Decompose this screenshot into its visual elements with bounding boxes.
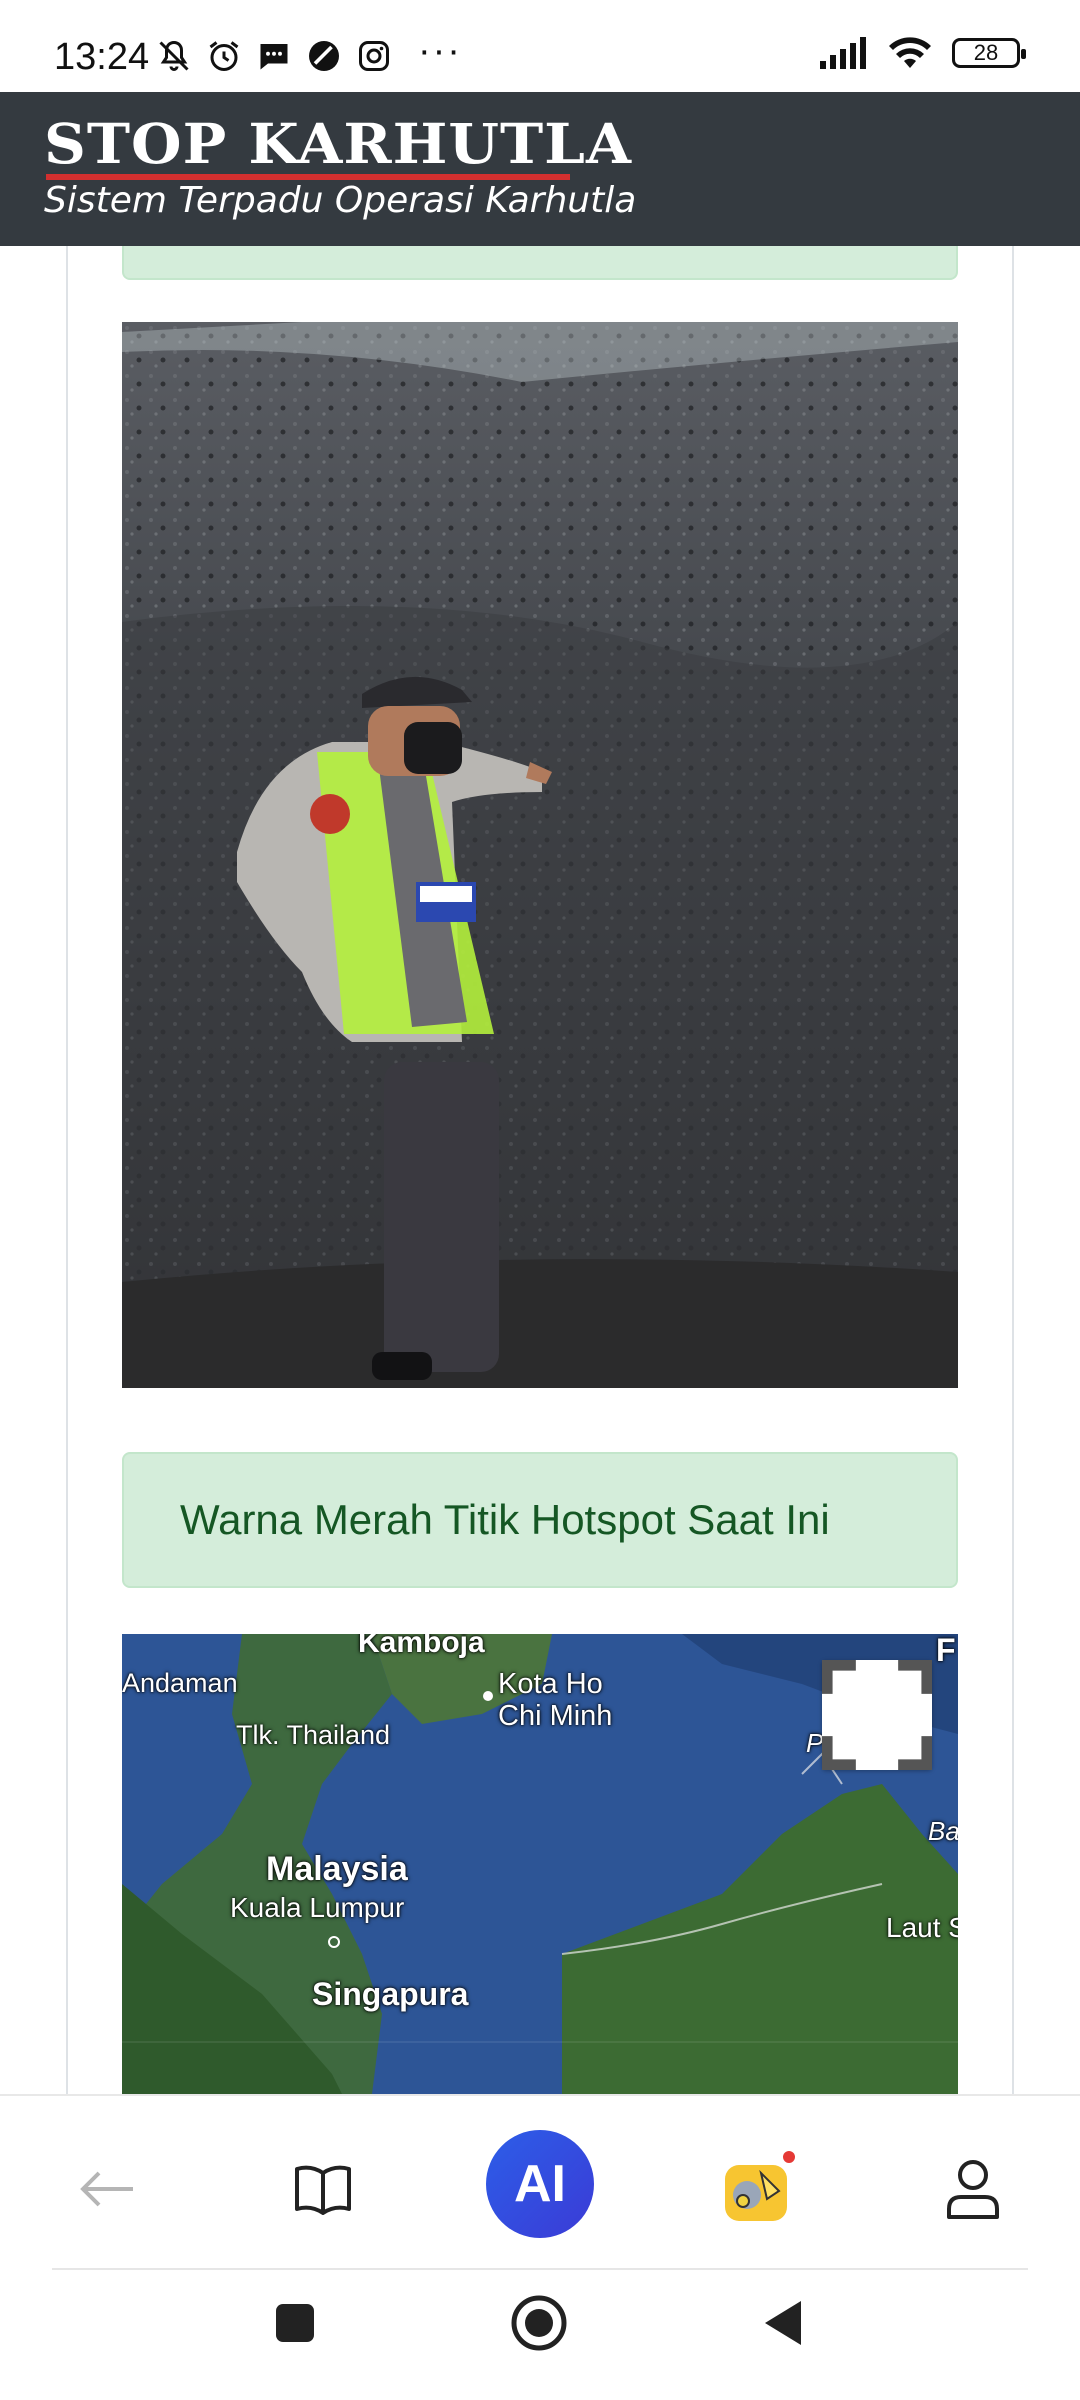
map-label-kuala-lumpur: Kuala Lumpur <box>230 1892 405 1923</box>
system-status-icons: 28 <box>820 36 1026 70</box>
previous-alert-box <box>122 246 958 280</box>
notification-icons <box>156 38 392 74</box>
map-label-singapura: Singapura <box>312 1976 469 2012</box>
fullscreen-icon <box>822 1660 932 1770</box>
map-label-kamboja: Kamboja <box>358 1634 485 1659</box>
mute-bell-icon <box>159 40 189 71</box>
home-button[interactable] <box>494 2278 584 2368</box>
message-icon <box>260 44 288 70</box>
hotspot-alert: Warna Merah Titik Hotspot Saat Ini <box>122 1452 958 1588</box>
ai-label: AI <box>514 2155 566 2213</box>
map-label-andaman: Andaman <box>122 1668 238 1698</box>
map-label-malaysia: Malaysia <box>266 1850 408 1888</box>
battery-icon: 28 <box>952 38 1026 68</box>
map-label-p: P <box>806 1728 824 1758</box>
profile-icon <box>947 2160 999 2219</box>
map-fullscreen-button[interactable] <box>822 1660 932 1770</box>
android-nav-bar <box>0 2272 1080 2400</box>
map-label-hcm-1: Kota Ho <box>498 1668 603 1700</box>
site-subtitle: Sistem Terpadu Operasi Karhutla <box>44 180 637 221</box>
more-notifications-indicator: ··· <box>418 30 462 72</box>
signal-icon <box>820 37 866 69</box>
recent-apps-icon <box>276 2304 314 2342</box>
nav-profile-button[interactable] <box>928 2144 1018 2234</box>
battery-level: 28 <box>973 40 999 65</box>
no-disturb-icon <box>309 41 339 71</box>
hotspot-map[interactable]: Kamboja Andaman Kota Ho Chi Minh Tlk. Th… <box>122 1634 958 2094</box>
site-title[interactable]: STOP KARHUTLA <box>44 112 632 177</box>
back-arrow-icon <box>80 2171 133 2207</box>
map-label-tlk-thailand: Tlk. Thailand <box>236 1720 391 1750</box>
site-header: STOP KARHUTLA Sistem Terpadu Operasi Kar… <box>0 92 1080 246</box>
instagram-icon <box>359 41 389 71</box>
map-label-laut: Laut S <box>886 1912 958 1943</box>
nav-divider <box>52 2268 1028 2270</box>
home-icon <box>511 2295 567 2351</box>
recent-apps-button[interactable] <box>250 2278 340 2368</box>
map-label-hcm-2: Chi Minh <box>498 1700 613 1732</box>
hotspot-alert-text: Warna Merah Titik Hotspot Saat Ini <box>180 1496 830 1543</box>
map-label-f: F <box>936 1634 956 1668</box>
status-time: 13:24 <box>54 36 150 78</box>
browser-bottom-nav: AI <box>0 2094 1080 2274</box>
map-label-ba: Ba <box>928 1816 958 1846</box>
wifi-icon <box>889 37 931 68</box>
back-icon <box>765 2301 801 2345</box>
system-back-button[interactable] <box>738 2278 828 2368</box>
ai-button[interactable]: AI <box>486 2130 594 2238</box>
nav-bookmarks-button[interactable] <box>278 2144 368 2234</box>
nav-game-button[interactable] <box>712 2144 802 2234</box>
nav-back-button[interactable] <box>62 2144 152 2234</box>
book-icon <box>295 2165 351 2215</box>
officer-coal-pile-image <box>122 322 958 1388</box>
news-photo[interactable] <box>122 322 958 1388</box>
alarm-icon <box>209 41 239 71</box>
game-icon <box>725 2151 795 2221</box>
status-bar: 13:24 ··· 28 <box>0 0 1080 92</box>
